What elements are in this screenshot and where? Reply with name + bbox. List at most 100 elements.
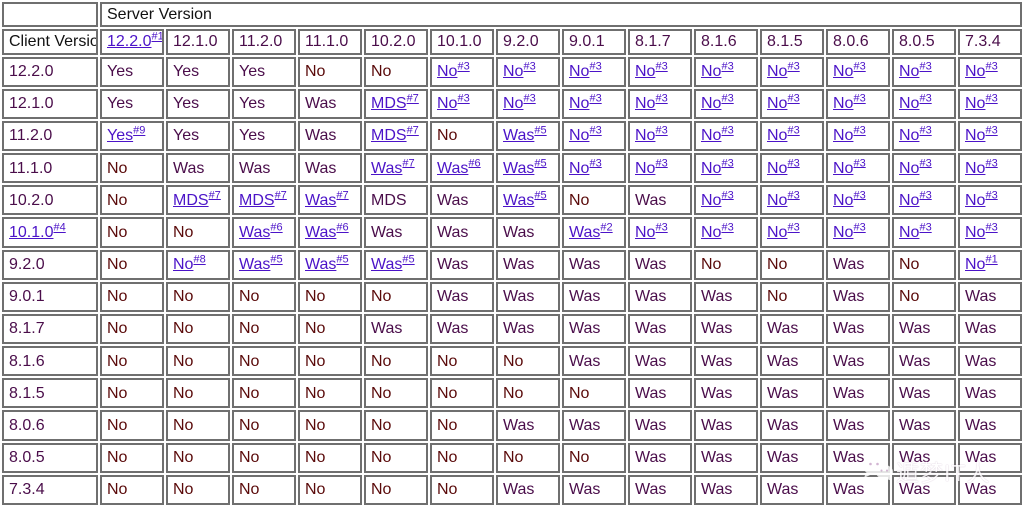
compat-cell-text[interactable]: MDS [371,127,407,144]
compat-cell-text[interactable]: No [833,160,853,177]
footnote-ref[interactable]: #7 [275,189,287,201]
footnote-ref[interactable]: #9 [133,125,145,137]
compat-cell-text[interactable]: No [833,95,853,112]
compat-cell-11.2.0-8.1.6[interactable]: No#3 [694,120,758,152]
compat-cell-11.2.0-8.0.5[interactable]: No#3 [892,120,956,152]
footnote-ref[interactable]: #3 [853,157,865,169]
compat-cell-text[interactable]: No [899,192,919,209]
compat-cell-12.2.0-9.0.1[interactable]: No#3 [562,56,626,87]
footnote-ref[interactable]: #3 [523,61,535,73]
compat-cell-text[interactable]: No [965,192,985,209]
compat-cell-10.1.0-11.1.0[interactable]: Was#6 [298,217,362,248]
compat-cell-text[interactable]: No [965,95,985,112]
compat-cell-text[interactable]: No [767,63,787,80]
footnote-ref[interactable]: #3 [589,125,601,137]
footnote-ref[interactable]: #3 [721,222,733,234]
compat-cell-text[interactable]: No [635,224,655,241]
footnote-ref[interactable]: #3 [787,125,799,137]
compat-cell-text[interactable]: Was [305,256,336,273]
compat-cell-text[interactable]: No [635,95,655,112]
compat-cell-text[interactable]: MDS [173,192,209,209]
compat-cell-11.1.0-10.2.0[interactable]: Was#7 [364,153,428,184]
compat-cell-12.1.0-9.2.0[interactable]: No#3 [496,88,560,119]
compat-cell-text[interactable]: No [899,63,919,80]
footnote-ref[interactable]: #3 [523,93,535,105]
footnote-ref[interactable]: #5 [336,254,348,266]
compat-cell-12.1.0-9.0.1[interactable]: No#3 [562,88,626,119]
footnote-ref[interactable]: #5 [534,157,546,169]
footnote-ref[interactable]: #3 [787,157,799,169]
compat-cell-text[interactable]: No [503,63,523,80]
compat-cell-text[interactable]: MDS [239,192,275,209]
compat-cell-11.1.0-8.0.5[interactable]: No#3 [892,153,956,184]
compat-cell-12.1.0-10.1.0[interactable]: No#3 [430,88,494,119]
compat-cell-text[interactable]: No [635,127,655,144]
compat-cell-9.2.0-11.1.0[interactable]: Was#5 [298,249,362,280]
compat-cell-11.2.0-8.1.5[interactable]: No#3 [760,120,824,152]
footnote-ref[interactable]: #3 [589,93,601,105]
footnote-ref[interactable]: #3 [457,93,469,105]
compat-cell-text[interactable]: No [833,63,853,80]
compat-cell-12.2.0-8.0.5[interactable]: No#3 [892,56,956,87]
compat-cell-text[interactable]: Was [239,256,270,273]
compat-cell-10.1.0-7.3.4[interactable]: No#3 [958,217,1022,248]
compat-cell-text[interactable]: No [899,160,919,177]
footnote-ref[interactable]: #3 [919,189,931,201]
footnote-ref[interactable]: #7 [407,125,419,137]
compat-cell-9.2.0-11.2.0[interactable]: Was#5 [232,249,296,280]
compat-cell-11.2.0-8.0.6[interactable]: No#3 [826,120,890,152]
compat-cell-11.2.0-10.2.0[interactable]: MDS#7 [364,120,428,152]
compat-cell-text[interactable]: Was [371,256,402,273]
compat-cell-11.1.0-8.1.5[interactable]: No#3 [760,153,824,184]
compat-cell-12.1.0-8.0.6[interactable]: No#3 [826,88,890,119]
footnote-ref[interactable]: #3 [721,189,733,201]
footnote-ref[interactable]: #10 [151,31,162,43]
compat-cell-10.1.0-11.2.0[interactable]: Was#6 [232,217,296,248]
compat-cell-10.2.0-8.1.5[interactable]: No#3 [760,185,824,216]
compat-cell-10.1.0-8.0.5[interactable]: No#3 [892,217,956,248]
compat-cell-10.1.0-8.1.7[interactable]: No#3 [628,217,692,248]
compat-cell-text[interactable]: No [437,63,457,80]
compat-cell-11.1.0-9.0.1[interactable]: No#3 [562,153,626,184]
compat-cell-text[interactable]: No [767,127,787,144]
compat-cell-text[interactable]: No [899,224,919,241]
footnote-ref[interactable]: #3 [787,189,799,201]
footnote-ref[interactable]: #5 [270,254,282,266]
footnote-ref[interactable]: #7 [336,189,348,201]
compat-cell-11.2.0-8.1.7[interactable]: No#3 [628,120,692,152]
footnote-ref[interactable]: #1 [985,254,997,266]
footnote-ref[interactable]: #3 [919,222,931,234]
compat-cell-text[interactable]: Was [503,192,534,209]
footnote-ref[interactable]: #3 [985,93,997,105]
compat-cell-text[interactable]: Was [305,192,336,209]
compat-cell-text[interactable]: No [767,95,787,112]
footnote-ref[interactable]: #3 [985,189,997,201]
compat-cell-11.2.0-9.2.0[interactable]: Was#5 [496,120,560,152]
footnote-ref[interactable]: #3 [853,93,865,105]
compat-cell-text[interactable]: MDS [371,95,407,112]
compat-cell-text[interactable]: No [965,160,985,177]
compat-cell-text[interactable]: No [701,95,721,112]
compat-cell-text[interactable]: No [833,192,853,209]
footnote-ref[interactable]: #3 [655,157,667,169]
footnote-ref[interactable]: #3 [919,157,931,169]
compat-cell-11.1.0-8.1.6[interactable]: No#3 [694,153,758,184]
footnote-ref[interactable]: #6 [336,222,348,234]
compat-cell-11.1.0-8.1.7[interactable]: No#3 [628,153,692,184]
compat-cell-12.2.0-8.1.7[interactable]: No#3 [628,56,692,87]
compat-cell-text[interactable]: Was [503,160,534,177]
footnote-ref[interactable]: #3 [655,222,667,234]
compat-cell-text[interactable]: No [437,95,457,112]
compat-cell-9.2.0-12.1.0[interactable]: No#8 [166,249,230,280]
footnote-ref[interactable]: #2 [600,222,612,234]
compat-cell-text[interactable]: No [965,127,985,144]
footnote-ref[interactable]: #4 [53,222,65,234]
compat-cell-10.2.0-8.1.6[interactable]: No#3 [694,185,758,216]
compat-cell-12.2.0-8.1.6[interactable]: No#3 [694,56,758,87]
compat-cell-10.2.0-9.2.0[interactable]: Was#5 [496,185,560,216]
compat-cell-text[interactable]: Was [503,127,534,144]
footnote-ref[interactable]: #3 [721,125,733,137]
compat-cell-12.1.0-8.0.5[interactable]: No#3 [892,88,956,119]
compat-cell-text[interactable]: No [767,192,787,209]
compat-cell-text[interactable]: No [701,127,721,144]
